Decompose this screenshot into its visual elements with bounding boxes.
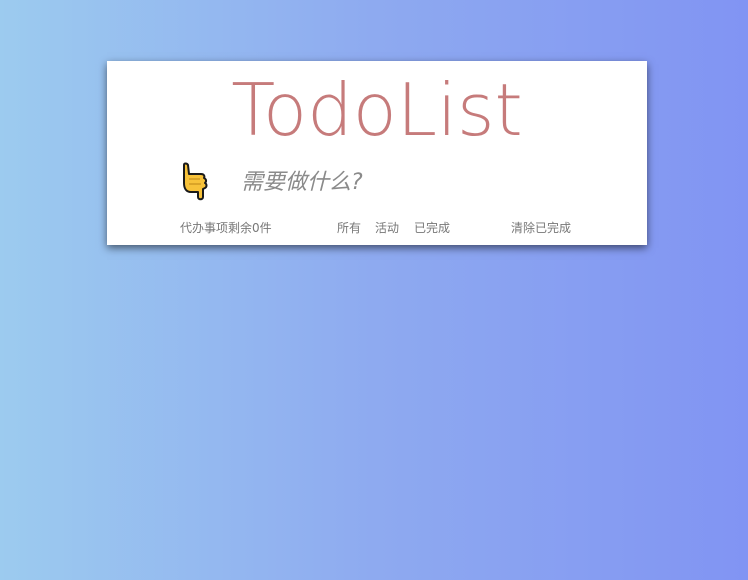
clear-completed-button[interactable]: 清除已完成 (511, 219, 571, 236)
remaining-count: 代办事项剩余0件 (180, 221, 272, 235)
filter-completed[interactable]: 已完成 (414, 219, 450, 236)
filter-active[interactable]: 活动 (375, 219, 399, 236)
filter-all[interactable]: 所有 (337, 219, 361, 236)
todo-footer: 代办事项剩余0件 所有 活动 已完成 清除已完成 (107, 219, 647, 237)
new-todo-input[interactable] (241, 165, 601, 199)
app-title: TodoList (231, 68, 523, 152)
hand-pointing-down-icon (179, 161, 213, 207)
todo-card: TodoList 代办事项剩余0件 所有 活动 已完成 清除已完成 (107, 61, 647, 245)
